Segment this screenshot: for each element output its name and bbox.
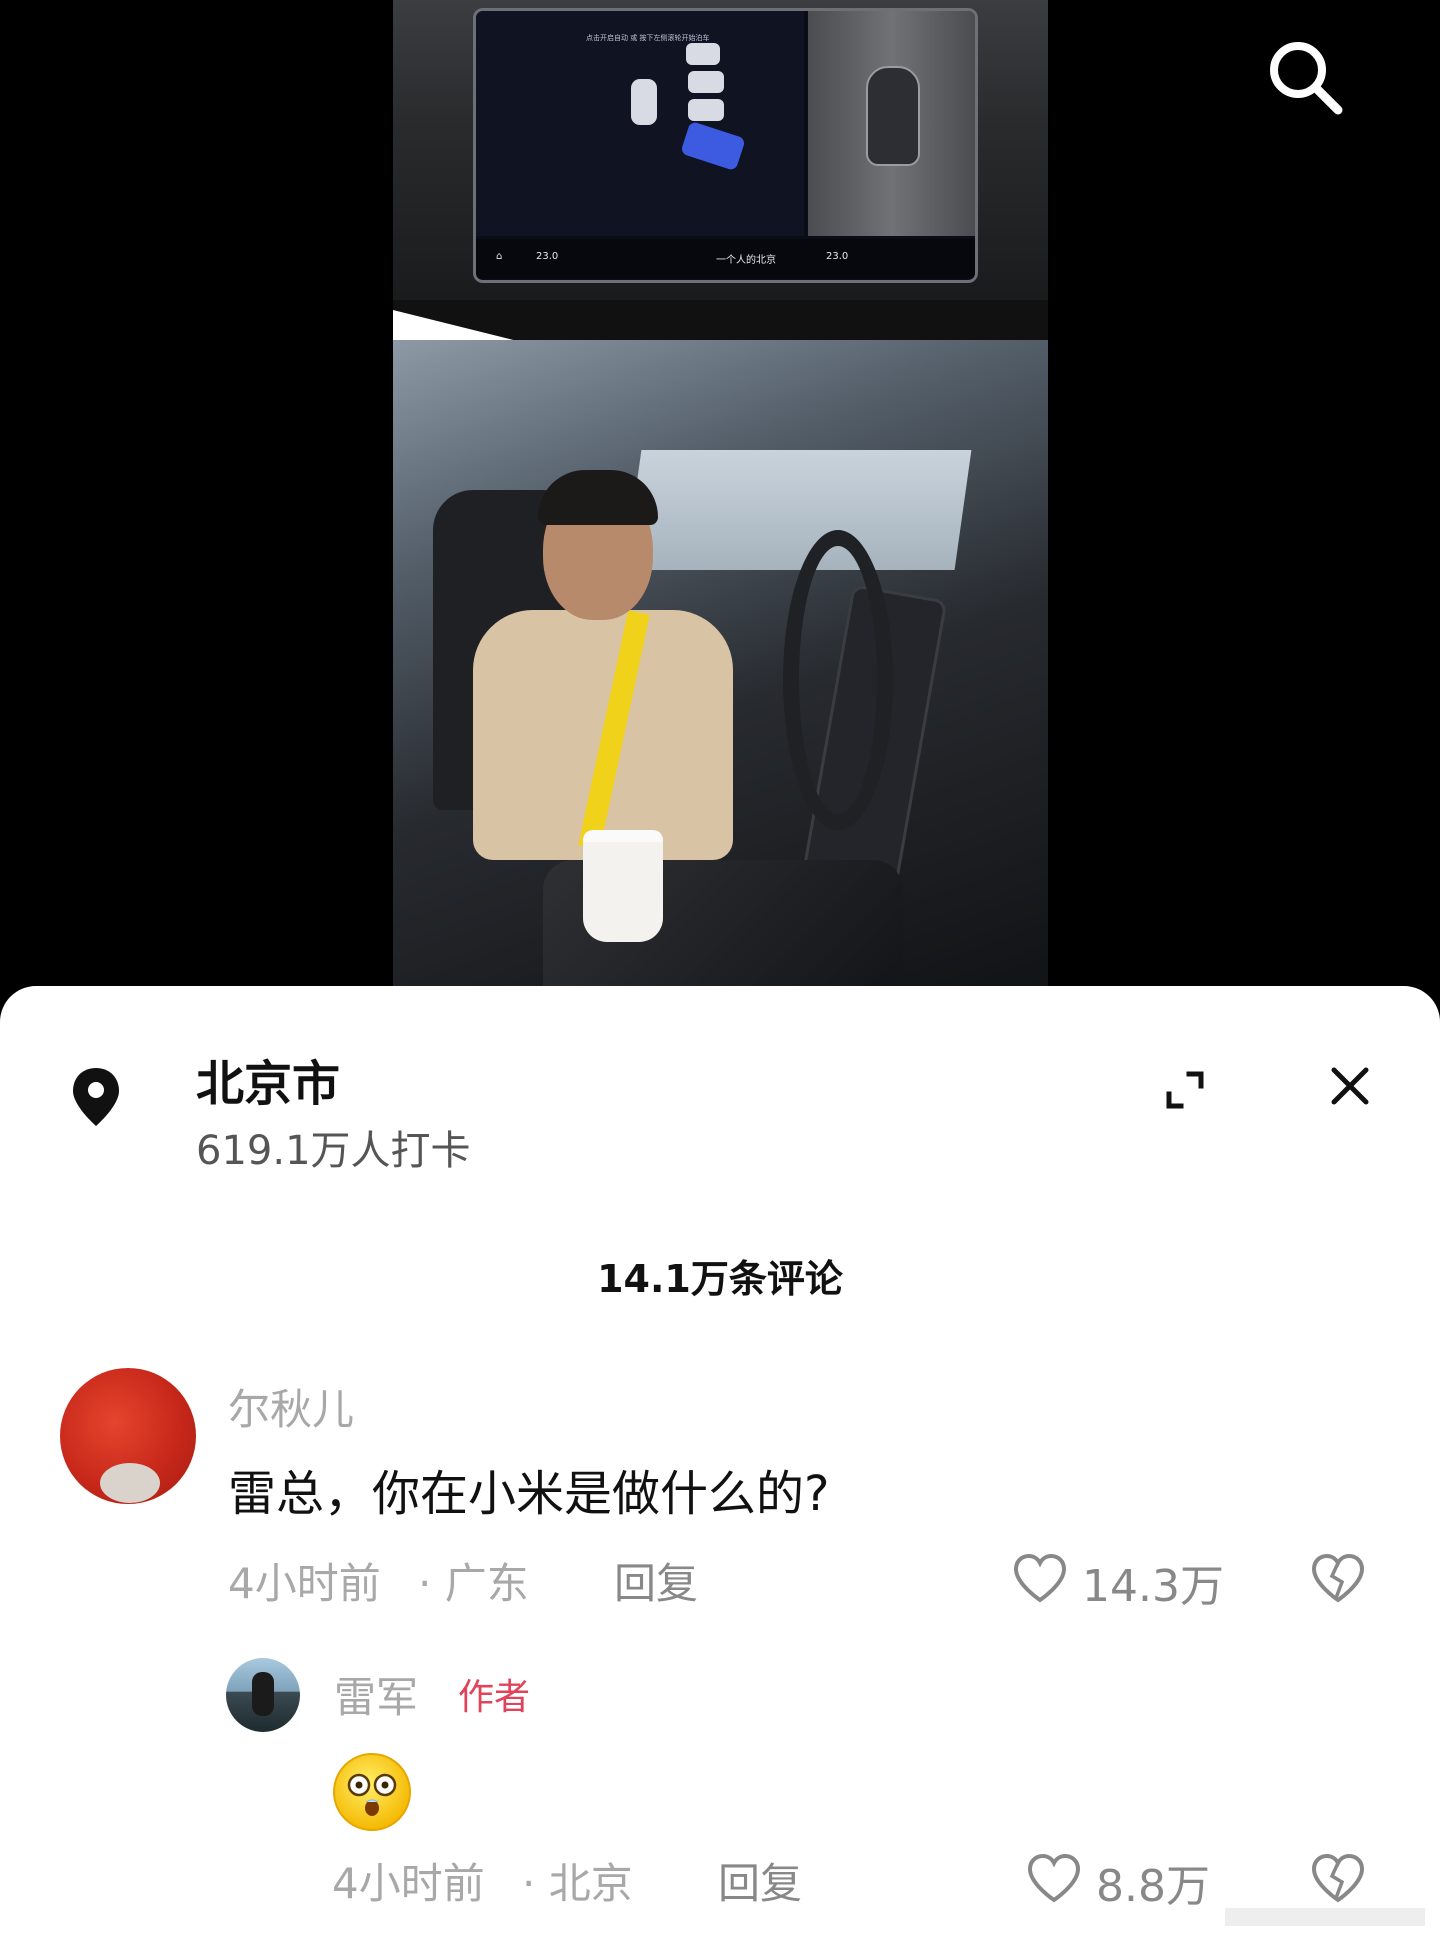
camera-view bbox=[808, 11, 975, 236]
heart-icon[interactable] bbox=[1012, 1552, 1068, 1604]
location-checkins: 619.1万人打卡 bbox=[196, 1128, 471, 1174]
heart-icon[interactable] bbox=[1026, 1852, 1082, 1904]
camera-car bbox=[866, 66, 920, 166]
reply-button[interactable]: 回复 bbox=[614, 1550, 698, 1611]
comment-region: · 广东 bbox=[418, 1559, 529, 1608]
parked-car bbox=[686, 43, 720, 65]
comment-time: 4小时前 bbox=[332, 1859, 485, 1908]
comment-username[interactable]: 尔秋儿 bbox=[228, 1376, 354, 1437]
car-center-display: 点击开启自动 或 按下左侧滚轮开始泊车 ⌂ 23.0 一个人的北京 23.0 bbox=[473, 8, 978, 283]
location-pin-icon bbox=[73, 1068, 119, 1126]
expand-icon[interactable] bbox=[1163, 1068, 1207, 1112]
comment-text[interactable]: 雷总，你在小米是做什么的? bbox=[228, 1454, 829, 1524]
search-icon[interactable] bbox=[1262, 34, 1348, 120]
ego-car bbox=[631, 79, 657, 125]
temp-left: 23.0 bbox=[536, 251, 559, 262]
display-hint: 点击开启自动 或 按下左侧滚轮开始泊车 bbox=[586, 34, 710, 42]
comment-time: 4小时前 bbox=[228, 1559, 381, 1608]
driver-photo bbox=[393, 340, 1048, 1000]
parked-car bbox=[688, 99, 724, 121]
broken-heart-icon[interactable] bbox=[1310, 1552, 1366, 1604]
parked-car bbox=[688, 71, 724, 93]
avatar[interactable] bbox=[226, 1658, 300, 1732]
close-icon[interactable] bbox=[1330, 1066, 1370, 1106]
comment-username[interactable]: 雷军 bbox=[334, 1664, 418, 1725]
watermark bbox=[1225, 1908, 1425, 1926]
video-player[interactable]: 点击开启自动 或 按下左侧滚轮开始泊车 ⌂ 23.0 一个人的北京 23.0 bbox=[0, 0, 1440, 1000]
author-badge: 作者 bbox=[458, 1677, 531, 1718]
song-title: 一个人的北京 bbox=[716, 255, 776, 266]
comment-count: 14.1万条评论 bbox=[597, 1257, 843, 1301]
broken-heart-icon[interactable] bbox=[1310, 1852, 1366, 1904]
parking-map: 点击开启自动 或 按下左侧滚轮开始泊车 bbox=[476, 11, 804, 236]
video-top-panel: 点击开启自动 或 按下左侧滚轮开始泊车 ⌂ 23.0 一个人的北京 23.0 bbox=[393, 0, 1048, 300]
stunned-emoji-icon bbox=[333, 1753, 411, 1831]
selected-parking-slot bbox=[680, 120, 746, 172]
display-taskbar: ⌂ 23.0 一个人的北京 23.0 bbox=[476, 239, 975, 279]
like-count: 8.8万 bbox=[1096, 1861, 1210, 1912]
reply-button[interactable]: 回复 bbox=[718, 1850, 802, 1911]
like-count: 14.3万 bbox=[1082, 1561, 1224, 1612]
video-frame: 点击开启自动 或 按下左侧滚轮开始泊车 ⌂ 23.0 一个人的北京 23.0 bbox=[393, 0, 1048, 1000]
temp-right: 23.0 bbox=[826, 251, 849, 262]
comments-sheet: 北京市 619.1万人打卡 14.1万条评论 尔秋儿 雷总，你在小米是做什么的?… bbox=[0, 986, 1440, 1949]
home-icon: ⌂ bbox=[496, 251, 503, 262]
location-title[interactable]: 北京市 bbox=[196, 1044, 340, 1114]
avatar[interactable] bbox=[60, 1368, 196, 1504]
comment-region: · 北京 bbox=[522, 1859, 633, 1908]
